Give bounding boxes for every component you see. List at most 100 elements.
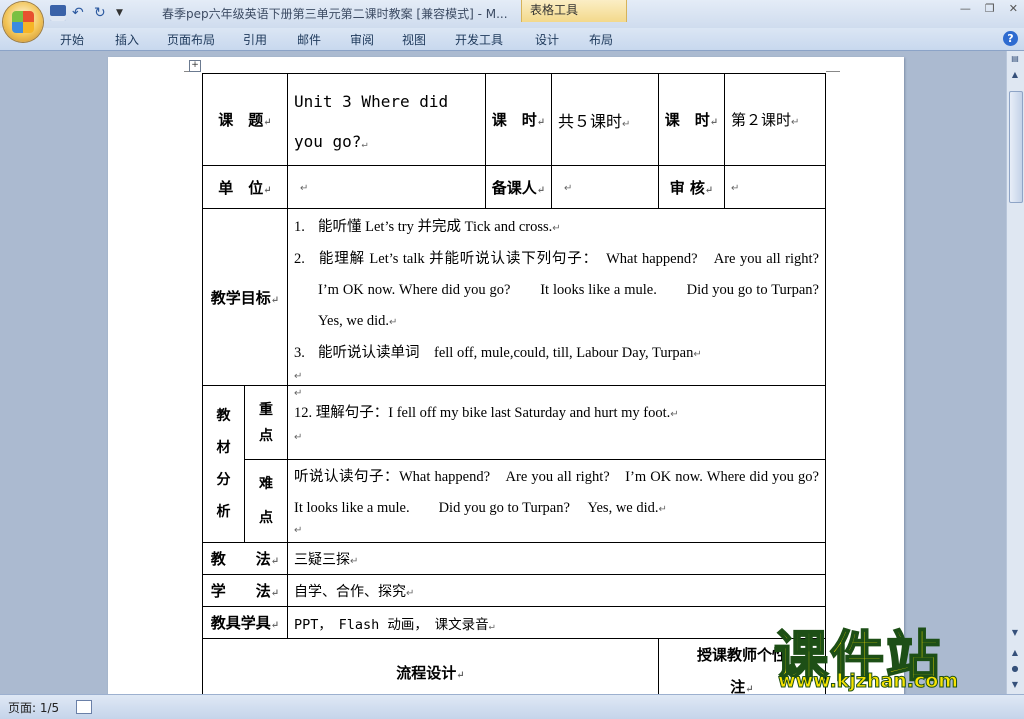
period-label-cell: 课 时↵ — [658, 73, 725, 166]
previous-page-icon[interactable]: ▲ — [1009, 647, 1021, 659]
method-value-cell[interactable]: 三疑三探↵ — [287, 542, 826, 575]
watermark-logo: 课件站 www.kjzhan.com — [768, 612, 1008, 696]
next-page-icon[interactable]: ▼ — [1009, 679, 1021, 691]
preparer-label: 备课人 — [491, 178, 537, 197]
tab-mailings[interactable]: 邮件 — [297, 31, 321, 48]
study-label: 学 法 — [210, 582, 271, 600]
objectives-label: 教学目标 — [210, 288, 271, 307]
status-bar: 页面: 1/5 — [0, 694, 1024, 719]
method-label: 教 法 — [210, 550, 271, 568]
minimize-icon[interactable]: — — [960, 2, 971, 15]
study-value: 自学、合作、探究 — [294, 583, 406, 600]
analysis-label-char: 分 — [216, 472, 231, 488]
scrollbar-thumb[interactable] — [1009, 91, 1023, 203]
browse-object-icon[interactable]: ● — [1009, 663, 1021, 675]
objective-item: 2. 能理解 Let’s talk 并能听说认读下列句子： What happen… — [294, 251, 838, 329]
difficult-point-cell[interactable]: 听说认读句子：What happend? Are you all right? … — [287, 459, 848, 543]
table-move-handle-icon[interactable]: + — [189, 60, 201, 72]
objectives-label-cell: 教学目标↵ — [202, 208, 288, 386]
study-label-cell: 学 法↵ — [202, 574, 288, 607]
tab-developer[interactable]: 开发工具 — [455, 31, 503, 48]
analysis-label-char: 教 — [216, 408, 231, 424]
reviewer-label: 审 核 — [669, 178, 705, 197]
save-icon[interactable] — [50, 5, 66, 21]
period-label: 课 时 — [491, 111, 537, 129]
objective-item: 3. 能听说认读单词 fell off, mule,could, till, La… — [294, 345, 702, 361]
proofing-icon[interactable] — [76, 700, 92, 714]
tab-references[interactable]: 引用 — [243, 31, 267, 48]
analysis-label-char: 析 — [216, 504, 231, 520]
tab-view[interactable]: 视图 — [402, 31, 426, 48]
title-label: 课 题 — [218, 111, 264, 129]
objective-item: 1. 能听懂 Let’s try 并完成 Tick and cross.↵ — [294, 219, 561, 235]
key-point-label-char: 点 — [259, 427, 273, 444]
analysis-label-cell: 教 材 分 析 — [202, 385, 245, 543]
redo-icon[interactable]: ↻ — [94, 5, 110, 21]
objectives-cell[interactable]: 1. 能听懂 Let’s try 并完成 Tick and cross.↵ 2. 能… — [287, 208, 838, 386]
lesson-plan-table: 课 题↵ Unit 3 Where did you go?↵ 课 时↵ 共５课时… — [202, 73, 848, 694]
tools-value: PPT， Flash 动画， 课文录音 — [294, 616, 489, 633]
unit-label-cell: 单 位↵ — [202, 165, 288, 209]
chevron-down-icon[interactable]: ▼ — [116, 8, 123, 18]
window-title: 春季pep六年级英语下册第三单元第二课时教案 [兼容模式] - M... — [162, 7, 508, 21]
tab-layout[interactable]: 布局 — [589, 31, 613, 48]
method-value: 三疑三探 — [294, 551, 350, 568]
unit-label: 单 位 — [218, 178, 264, 197]
unit-value-cell[interactable]: ↵ — [287, 165, 486, 209]
method-label-cell: 教 法↵ — [202, 542, 288, 575]
ribbon-tab-bar: 开始 插入 页面布局 引用 邮件 审阅 视图 开发工具 设计 布局 ? — [0, 28, 1024, 51]
difficult-point-label-cell: 难 点 — [244, 459, 288, 543]
key-point-text: 12. 理解句子：I fell off my bike last Saturda… — [294, 405, 679, 421]
tools-label-cell: 教具学具↵ — [202, 606, 288, 639]
tab-insert[interactable]: 插入 — [115, 31, 139, 48]
notes-label: 注 — [730, 678, 746, 694]
watermark-url: www.kjzhan.com — [777, 670, 959, 693]
margin-mark — [826, 71, 840, 72]
period-current: 第２课时 — [731, 111, 792, 129]
scroll-up-icon[interactable]: ▲ — [1009, 69, 1021, 81]
close-icon[interactable]: ✕ — [1009, 2, 1018, 15]
tab-home[interactable]: 开始 — [60, 31, 84, 48]
title-bar: ↶ ↻ ▼ 春季pep六年级英语下册第三单元第二课时教案 [兼容模式] - M.… — [0, 0, 1024, 28]
difficult-point-label-char: 点 — [259, 510, 273, 526]
document-workspace: + 课 题↵ Unit 3 Where did you go?↵ 课 时↵ 共５… — [0, 51, 1007, 694]
tools-value-cell[interactable]: PPT， Flash 动画， 课文录音↵ — [287, 606, 826, 639]
difficult-point-text: 听说认读句子：What happend? Are you all right? … — [294, 469, 848, 516]
study-value-cell[interactable]: 自学、合作、探究↵ — [287, 574, 826, 607]
quick-access-toolbar: ↶ ↻ ▼ — [50, 4, 123, 22]
period-label-cell: 课 时↵ — [485, 73, 552, 166]
preparer-label-cell: 备课人↵ — [485, 165, 552, 209]
flow-label: 流程设计 — [396, 664, 457, 682]
table-tools-context-label: 表格工具 — [521, 0, 627, 22]
reviewer-value-cell[interactable]: ↵ — [724, 165, 826, 209]
period-current-cell[interactable]: 第２课时↵ — [724, 73, 826, 166]
title-label-cell: 课 题↵ — [202, 73, 288, 166]
flow-label-cell: 流程设计↵ — [202, 638, 659, 694]
key-point-cell[interactable]: ↵ 12. 理解句子：I fell off my bike last Satur… — [287, 385, 826, 460]
tab-design[interactable]: 设计 — [535, 31, 559, 48]
tab-page-layout[interactable]: 页面布局 — [167, 31, 215, 48]
title-value-cell[interactable]: Unit 3 Where did you go?↵ — [287, 73, 486, 166]
window-controls: — ❐ ✕ — [960, 2, 1018, 15]
tools-label: 教具学具 — [210, 614, 271, 632]
scroll-down-icon[interactable]: ▼ — [1009, 627, 1021, 639]
period-total-cell[interactable]: 共５课时↵ — [551, 73, 659, 166]
key-point-label-char: 重 — [259, 401, 273, 418]
period-label: 课 时 — [664, 111, 710, 129]
reviewer-label-cell: 审 核↵ — [658, 165, 725, 209]
page-count[interactable]: 页面: 1/5 — [8, 699, 59, 716]
period-total: 共５课时 — [558, 111, 623, 131]
key-point-label-cell: 重 点 — [244, 385, 288, 460]
undo-icon[interactable]: ↶ — [72, 5, 88, 21]
tab-review[interactable]: 审阅 — [350, 31, 374, 48]
analysis-label-char: 材 — [216, 440, 231, 456]
office-button[interactable] — [3, 2, 43, 42]
preparer-value-cell[interactable]: ↵ — [551, 165, 659, 209]
difficult-point-label-char: 难 — [259, 476, 273, 492]
title-value: Unit 3 Where did you go? — [294, 92, 449, 151]
help-icon[interactable]: ? — [1003, 31, 1018, 46]
restore-icon[interactable]: ❐ — [985, 2, 995, 15]
vertical-scrollbar[interactable]: ▤ ▲ ▼ ▲ ● ▼ — [1006, 51, 1024, 694]
office-logo-icon — [12, 11, 34, 33]
ruler-toggle-icon[interactable]: ▤ — [1009, 53, 1021, 65]
